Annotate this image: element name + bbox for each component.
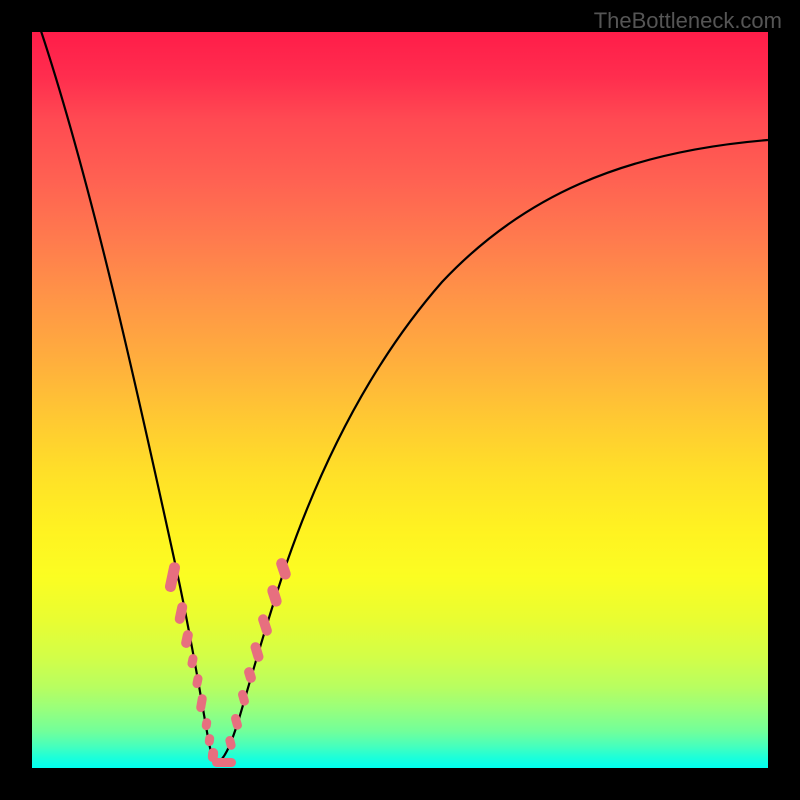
curve-left-branch	[38, 32, 216, 764]
watermark-text: TheBottleneck.com	[594, 8, 782, 34]
curve-overlay	[32, 32, 768, 768]
marker-cluster-bottom	[212, 758, 236, 767]
marker-cluster-left	[164, 561, 219, 762]
marker-cluster-right	[224, 557, 292, 751]
chart-canvas	[32, 32, 768, 768]
curve-right-branch	[216, 140, 768, 764]
